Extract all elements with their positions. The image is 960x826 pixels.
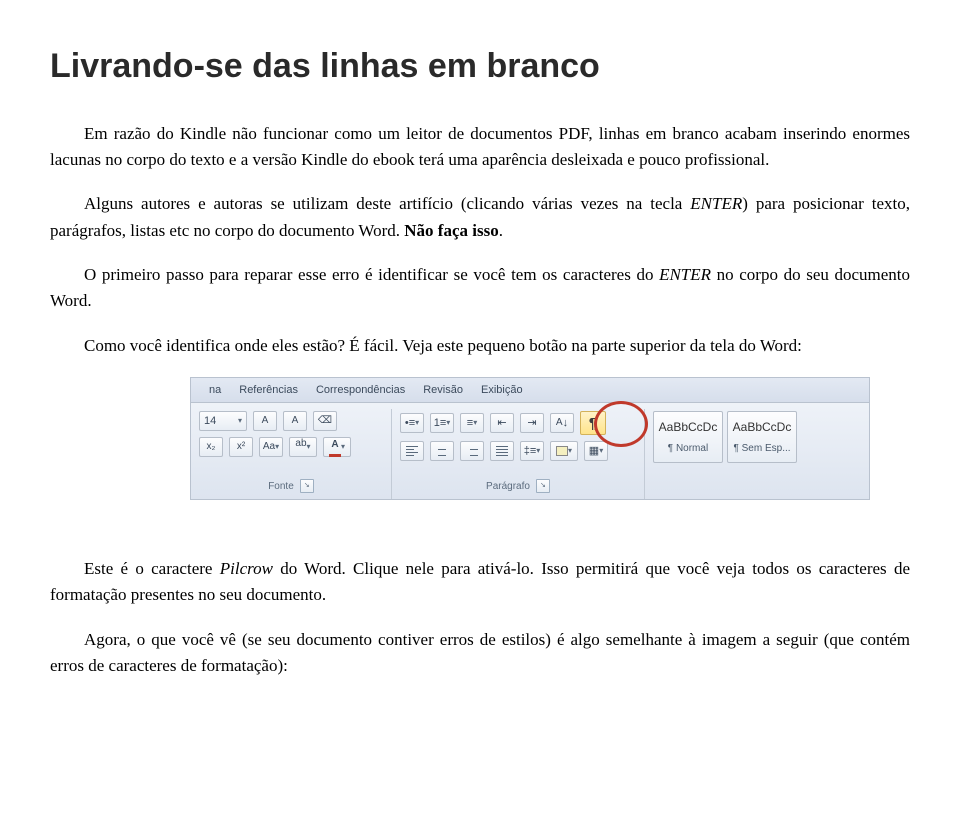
line-spacing-button[interactable]: ‡≡▾ bbox=[520, 441, 544, 461]
sort-button[interactable]: A↓ bbox=[550, 413, 574, 433]
word-ribbon-screenshot: na Referências Correspondências Revisão … bbox=[190, 377, 870, 500]
keyword-enter: ENTER bbox=[690, 194, 742, 213]
paragraph-dialog-launcher[interactable]: ↘ bbox=[536, 479, 550, 493]
style-name-nospacing: ¶ Sem Esp... bbox=[733, 441, 790, 457]
align-justify-button[interactable] bbox=[490, 441, 514, 461]
group-label-font: Fonte bbox=[268, 479, 294, 495]
paragraph-4: Como você identifica onde eles estão? É … bbox=[50, 333, 910, 359]
align-right-button[interactable] bbox=[460, 441, 484, 461]
group-label-paragraph: Parágrafo bbox=[486, 479, 530, 495]
clear-formatting-button[interactable]: ⌫ bbox=[313, 411, 337, 431]
indent-decrease-button[interactable]: ⇤ bbox=[490, 413, 514, 433]
align-left-button[interactable] bbox=[400, 441, 424, 461]
group-styles: AaBbCcDc ¶ Normal AaBbCcDc ¶ Sem Esp... bbox=[645, 409, 805, 499]
ribbon-tab-view[interactable]: Exibição bbox=[481, 382, 523, 399]
keyword-pilcrow: Pilcrow bbox=[220, 559, 273, 578]
style-sample: AaBbCcDc bbox=[733, 418, 792, 437]
paragraph-3: O primeiro passo para reparar esse erro … bbox=[50, 262, 910, 315]
indent-increase-button[interactable]: ⇥ bbox=[520, 413, 544, 433]
ribbon-tabs: na Referências Correspondências Revisão … bbox=[191, 378, 869, 403]
numbering-button[interactable]: 1≡▾ bbox=[430, 413, 454, 433]
style-normal[interactable]: AaBbCcDc ¶ Normal bbox=[653, 411, 723, 463]
font-size-combo[interactable]: 14 ▾ bbox=[199, 411, 247, 431]
warning-bold: Não faça isso bbox=[404, 221, 498, 240]
show-hide-pilcrow-button[interactable]: ¶ bbox=[580, 411, 606, 435]
group-paragraph: •≡▾ 1≡▾ ≡▾ ⇤ ⇥ A↓ ¶ ‡≡▾ bbox=[392, 409, 645, 499]
shrink-font-button[interactable]: A bbox=[283, 411, 307, 431]
text: Alguns autores e autoras se utilizam des… bbox=[84, 194, 690, 213]
shading-button[interactable]: ▾ bbox=[550, 441, 578, 461]
style-no-spacing[interactable]: AaBbCcDc ¶ Sem Esp... bbox=[727, 411, 797, 463]
paragraph-2: Alguns autores e autoras se utilizam des… bbox=[50, 191, 910, 244]
page-title: Livrando-se das linhas em branco bbox=[50, 40, 910, 93]
highlight-color-button[interactable]: ab ▾ bbox=[289, 437, 317, 457]
bullets-button[interactable]: •≡▾ bbox=[400, 413, 424, 433]
multilevel-button[interactable]: ≡▾ bbox=[460, 413, 484, 433]
change-case-button[interactable]: Aa▾ bbox=[259, 437, 283, 457]
borders-button[interactable]: ▦▾ bbox=[584, 441, 608, 461]
text: Este é o caractere bbox=[84, 559, 220, 578]
ribbon-body: 14 ▾ A A ⌫ x₂ x² Aa▾ ab ▾ bbox=[191, 403, 869, 499]
subscript-button[interactable]: x₂ bbox=[199, 437, 223, 457]
superscript-button[interactable]: x² bbox=[229, 437, 253, 457]
ribbon-tab-references[interactable]: Referências bbox=[239, 382, 298, 399]
font-size-value: 14 bbox=[204, 413, 216, 430]
font-dialog-launcher[interactable]: ↘ bbox=[300, 479, 314, 493]
align-center-button[interactable] bbox=[430, 441, 454, 461]
paragraph-5: Este é o caractere Pilcrow do Word. Cliq… bbox=[50, 556, 910, 609]
font-color-button[interactable]: A ▾ bbox=[323, 437, 351, 457]
style-name-normal: ¶ Normal bbox=[668, 441, 708, 457]
ribbon-tab-mailmerge[interactable]: Correspondências bbox=[316, 382, 405, 399]
grow-font-button[interactable]: A bbox=[253, 411, 277, 431]
group-font: 14 ▾ A A ⌫ x₂ x² Aa▾ ab ▾ bbox=[191, 409, 392, 499]
style-sample: AaBbCcDc bbox=[659, 418, 718, 437]
paragraph-6: Agora, o que você vê (se seu documento c… bbox=[50, 627, 910, 680]
chevron-down-icon: ▾ bbox=[238, 415, 242, 427]
paragraph-1: Em razão do Kindle não funcionar como um… bbox=[50, 121, 910, 174]
ribbon-tab-partial[interactable]: na bbox=[209, 382, 221, 399]
text: . bbox=[499, 221, 503, 240]
text: O primeiro passo para reparar esse erro … bbox=[84, 265, 659, 284]
ribbon-tab-review[interactable]: Revisão bbox=[423, 382, 463, 399]
keyword-enter: ENTER bbox=[659, 265, 711, 284]
